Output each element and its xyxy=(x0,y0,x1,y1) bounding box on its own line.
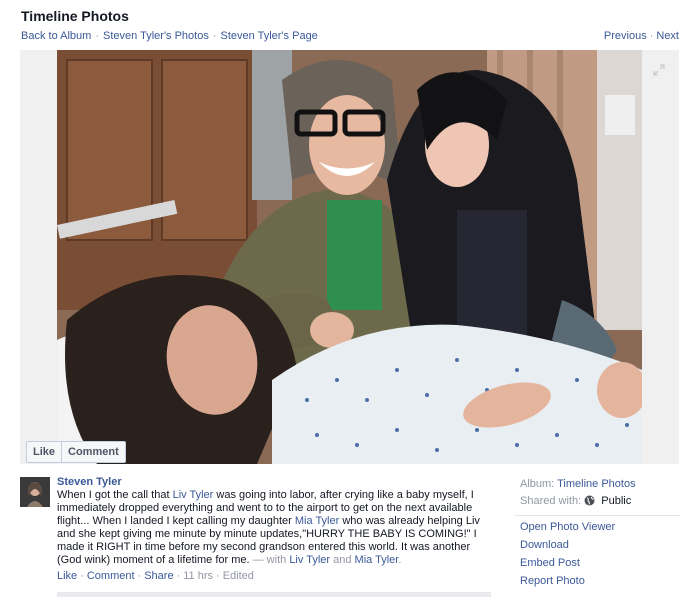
post-like-link[interactable]: Like xyxy=(57,570,77,582)
with-prefix: — with xyxy=(252,554,290,566)
expand-icon[interactable] xyxy=(653,64,665,76)
photo-pager: Previous · Next xyxy=(604,30,679,42)
post: Steven Tyler When I got the call that Li… xyxy=(57,476,491,582)
pager-separator: · xyxy=(649,30,654,42)
footer-separator: · xyxy=(216,570,220,582)
album-label: Album: xyxy=(520,478,555,490)
liv-tyler-mention-link[interactable]: Liv Tyler xyxy=(173,489,214,501)
post-text: When I got the call that Liv Tyler was g… xyxy=(57,489,491,567)
comment-button[interactable]: Comment xyxy=(62,442,125,462)
mia-tyler-mention-link[interactable]: Mia Tyler xyxy=(295,515,339,527)
mia-tyler-tag-link[interactable]: Mia Tyler xyxy=(355,554,399,566)
post-edited-label[interactable]: Edited xyxy=(223,570,254,582)
steven-tyler-photos-link[interactable]: Steven Tyler's Photos xyxy=(103,30,209,42)
footer-separator: · xyxy=(80,570,84,582)
footer-separator: · xyxy=(137,570,142,582)
back-to-album-link[interactable]: Back to Album xyxy=(21,30,91,42)
album-link[interactable]: Timeline Photos xyxy=(557,478,635,490)
globe-icon xyxy=(584,495,595,506)
next-link[interactable]: Next xyxy=(656,30,679,42)
steven-tyler-page-link[interactable]: Steven Tyler's Page xyxy=(221,30,318,42)
post-timestamp[interactable]: 11 hrs xyxy=(183,570,213,582)
report-photo-link[interactable]: Report Photo xyxy=(520,575,680,587)
like-button[interactable]: Like xyxy=(27,442,63,462)
privacy-value[interactable]: Public xyxy=(601,495,631,507)
post-footer: Like · Comment · Share · 11 hrs · Edited xyxy=(57,570,491,582)
photo-actions: Like Comment xyxy=(26,441,126,463)
post-comment-link[interactable]: Comment xyxy=(87,570,135,582)
breadcrumb-separator: · xyxy=(95,30,99,42)
shared-with-label: Shared with: xyxy=(520,495,582,507)
avatar-image xyxy=(20,477,50,507)
photo[interactable] xyxy=(57,50,642,464)
footer-separator: · xyxy=(176,570,181,582)
comment-area-divider xyxy=(57,592,491,597)
avatar[interactable] xyxy=(20,477,50,507)
page-title: Timeline Photos xyxy=(21,8,129,24)
previous-link[interactable]: Previous xyxy=(604,30,647,42)
open-photo-viewer-link[interactable]: Open Photo Viewer xyxy=(520,521,680,533)
photo-stage xyxy=(20,50,679,464)
embed-post-link[interactable]: Embed Post xyxy=(520,557,680,569)
photo-image xyxy=(57,50,642,464)
breadcrumb: Back to Album · Steven Tyler's Photos · Stev… xyxy=(21,30,318,42)
and-word: and xyxy=(330,554,355,566)
post-text-part: When I got the call that xyxy=(57,489,173,501)
album-row: Album: Timeline Photos xyxy=(520,478,680,490)
post-author-link[interactable]: Steven Tyler xyxy=(57,476,491,488)
liv-tyler-tag-link[interactable]: Liv Tyler xyxy=(289,554,330,566)
post-share-link[interactable]: Share xyxy=(144,570,173,582)
photo-sidebar: Album: Timeline Photos Shared with: Publ… xyxy=(515,478,680,593)
privacy-row: Shared with: Public xyxy=(520,495,680,507)
with-period: . xyxy=(398,554,402,566)
breadcrumb-separator: · xyxy=(212,30,217,42)
sidebar-divider xyxy=(515,515,680,516)
download-link[interactable]: Download xyxy=(520,539,680,551)
